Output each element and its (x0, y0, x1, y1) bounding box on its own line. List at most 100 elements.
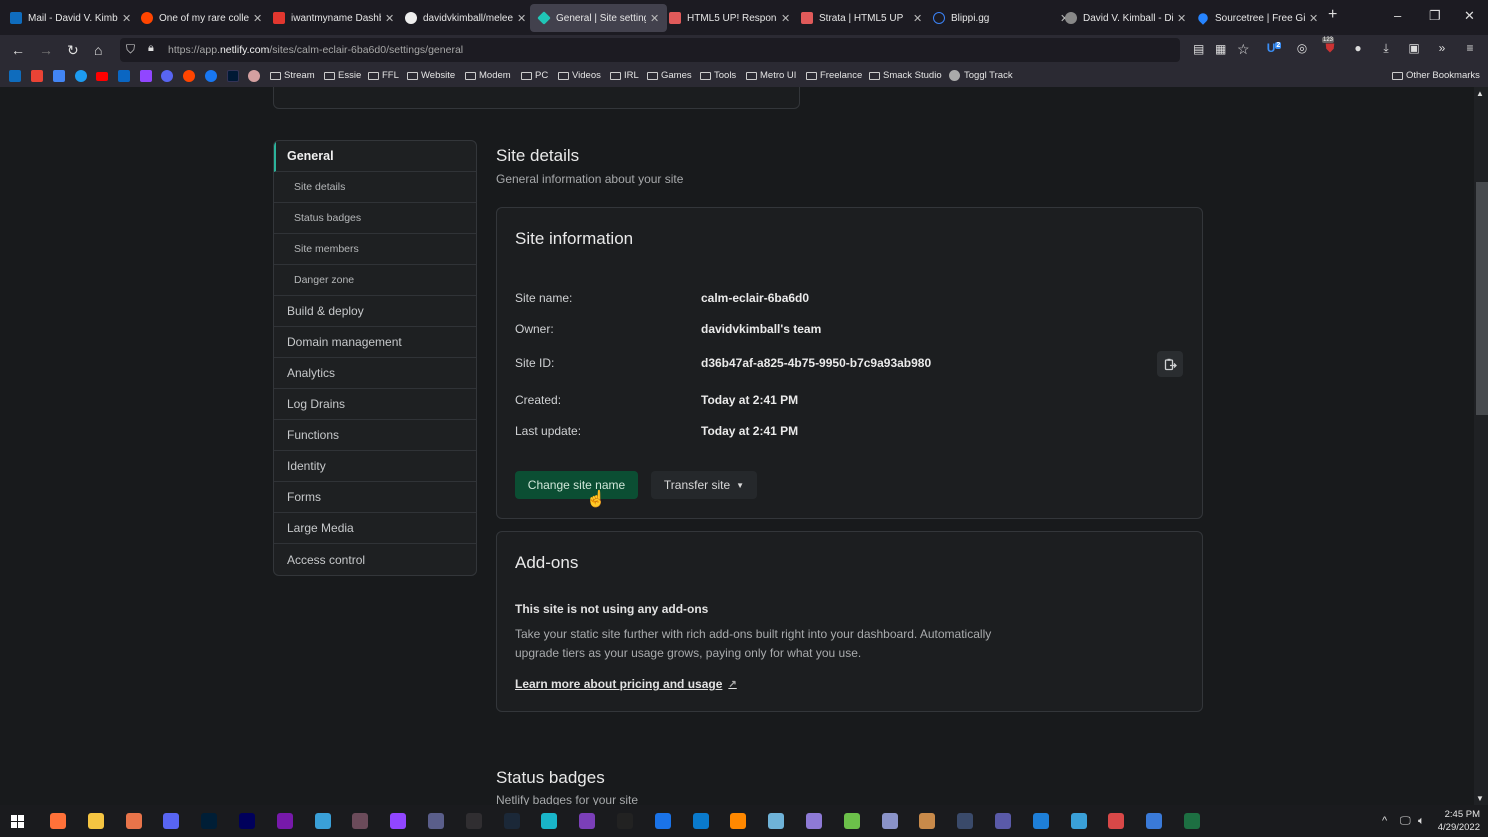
sidebar-item-log-drains[interactable]: Log Drains (274, 389, 476, 420)
sidebar-item-danger-zone[interactable]: Danger zone (274, 265, 476, 296)
premiere-taskbar-icon[interactable] (239, 813, 255, 829)
minimize-button[interactable]: – (1394, 8, 1401, 23)
profile-avatar-icon[interactable]: ● (1350, 41, 1366, 57)
bookmark-gmail-icon[interactable] (31, 70, 43, 82)
tab[interactable]: David V. Kimball - Dig ✕ (1057, 4, 1194, 32)
sidebar-item-large-media[interactable]: Large Media (274, 513, 476, 544)
bookmark-tumblr-icon[interactable] (227, 70, 239, 82)
tab-active[interactable]: General | Site settings ✕ (530, 4, 668, 32)
sidebar-item-forms[interactable]: Forms (274, 482, 476, 513)
obs-taskbar-icon[interactable] (465, 813, 482, 829)
gamecube-taskbar-icon[interactable] (995, 813, 1011, 829)
bookmark-folder[interactable]: Games (647, 70, 692, 81)
close-tab-icon[interactable]: ✕ (781, 12, 790, 25)
app-dark-taskbar-icon[interactable] (957, 813, 974, 829)
system-clock[interactable]: 2:45 PM 4/29/2022 (1438, 808, 1480, 834)
dolphin-taskbar-icon[interactable] (314, 813, 331, 829)
bookmark-folder[interactable]: FFL (368, 70, 399, 81)
bookmark-twitch-icon[interactable] (140, 70, 152, 82)
steam-taskbar-icon[interactable] (503, 813, 520, 829)
sidebar-item-access-control[interactable]: Access control (274, 544, 476, 575)
bookmark-facebook-icon[interactable] (205, 70, 217, 82)
app-tri-taskbar-icon[interactable] (1108, 813, 1125, 829)
forward-icon[interactable]: → (39, 42, 53, 58)
sidebar-item-site-members[interactable]: Site members (274, 234, 476, 265)
ublock-origin-icon[interactable]: ⛊ 123 (1322, 37, 1338, 57)
scroll-thumb[interactable] (1476, 182, 1488, 415)
close-tab-icon[interactable]: ✕ (517, 12, 526, 25)
transfer-site-button[interactable]: Transfer site ▼ (651, 471, 757, 499)
app-orange-taskbar-icon[interactable] (125, 813, 142, 829)
url-bar[interactable]: ⛉ 🔒︎ https://app.netlify.com/sites/calm-… (120, 38, 1250, 62)
sidebar-item-build-deploy[interactable]: Build & deploy (274, 296, 476, 327)
grid-icon[interactable]: ▦ (1215, 42, 1226, 56)
new-tab-button[interactable]: + (1328, 6, 1337, 24)
bookmark-toggl[interactable]: Toggl Track (949, 70, 1013, 81)
extensions-icon[interactable]: ▣ (1406, 41, 1422, 57)
reload-icon[interactable]: ↻ (67, 42, 79, 59)
discord-taskbar-icon[interactable] (163, 813, 180, 829)
visual-studio-taskbar-icon[interactable] (579, 813, 596, 829)
menu-icon[interactable]: ≡ (1462, 41, 1478, 57)
network-icon[interactable]: 🖵︎ (1400, 815, 1411, 828)
app-teal-taskbar-icon[interactable] (541, 813, 558, 829)
bookmark-linkedin-icon[interactable] (118, 70, 130, 82)
bookmark-folder[interactable]: Metro UI (746, 70, 796, 81)
scroll-down-icon[interactable]: ▼ (1476, 794, 1484, 803)
home-icon[interactable]: ⌂ (94, 42, 102, 58)
overflow-chevron-icon[interactable]: » (1434, 41, 1450, 57)
extension-glasses-icon[interactable]: ◎ (1294, 41, 1310, 57)
back-icon[interactable]: ← (11, 42, 25, 58)
sidebar-item-general[interactable]: General (274, 141, 476, 172)
notepad-taskbar-icon[interactable] (768, 813, 785, 829)
change-site-name-button[interactable]: Change site name (515, 471, 638, 499)
sidebar-item-site-details[interactable]: Site details (274, 172, 476, 203)
ublock-extension-icon[interactable]: U2 (1266, 41, 1282, 57)
bookmark-folder[interactable]: IRL (610, 70, 639, 81)
copy-site-id-button[interactable] (1157, 351, 1183, 377)
tab[interactable]: One of my rare collec ✕ (133, 4, 270, 32)
close-tab-icon[interactable]: ✕ (913, 12, 922, 25)
windows-start-icon[interactable] (11, 815, 24, 828)
file-explorer-taskbar-icon[interactable] (87, 813, 104, 829)
bookmark-folder[interactable]: Modem (465, 70, 511, 81)
bookmark-folder[interactable]: Essie (324, 70, 361, 81)
app-m-taskbar-icon[interactable] (352, 813, 369, 829)
app-ring-taskbar-icon[interactable] (881, 813, 898, 829)
sidebar-item-functions[interactable]: Functions (274, 420, 476, 451)
firefox-taskbar-icon[interactable] (50, 813, 66, 829)
sidebar-item-domain-management[interactable]: Domain management (274, 327, 476, 358)
bookmark-folder[interactable]: Stream (270, 70, 315, 81)
close-tab-icon[interactable]: ✕ (1177, 12, 1186, 25)
shield-icon[interactable]: ⛉ (126, 42, 135, 57)
sidebar-item-status-badges[interactable]: Status badges (274, 203, 476, 234)
close-tab-icon[interactable]: ✕ (650, 12, 659, 25)
bookmark-folder[interactable]: Freelance (806, 70, 862, 81)
app-swirl-taskbar-icon[interactable] (806, 813, 822, 829)
bookmark-folder[interactable]: Tools (700, 70, 736, 81)
bookmark-folder[interactable]: PC (521, 70, 548, 81)
close-tab-icon[interactable]: ✕ (122, 12, 131, 25)
tray-chevron-icon[interactable]: ^ (1382, 815, 1387, 827)
page-scrollbar[interactable]: ▲ ▼ (1474, 87, 1488, 805)
maps-taskbar-icon[interactable] (654, 813, 671, 829)
bookmark-smash-icon[interactable] (248, 70, 260, 82)
bookmark-star-icon[interactable]: ☆ (1237, 41, 1250, 58)
close-window-button[interactable]: ✕ (1464, 8, 1475, 24)
lock-icon[interactable]: 🔒︎ (148, 42, 154, 55)
tab[interactable]: Blippi.gg✕ (925, 4, 1077, 32)
app-dial-taskbar-icon[interactable] (428, 813, 444, 829)
close-tab-icon[interactable]: ✕ (1309, 12, 1318, 25)
bookmark-folder[interactable]: Smack Studio (869, 70, 942, 81)
app-cake-taskbar-icon[interactable] (919, 813, 936, 829)
onenote-taskbar-icon[interactable] (276, 813, 293, 829)
app-blue-taskbar-icon[interactable] (1032, 813, 1049, 829)
url-text[interactable]: https://app.netlify.com/sites/calm-eclai… (168, 44, 463, 56)
pricing-usage-link[interactable]: Learn more about pricing and usage ↗ (515, 677, 737, 691)
bookmark-outlook-icon[interactable] (9, 70, 21, 82)
tab[interactable]: iwantmyname Dashb ✕ (265, 4, 402, 32)
tab[interactable]: Mail - David V. Kimball ✕ (2, 4, 139, 32)
download-icon[interactable]: ⤓ (1378, 41, 1394, 57)
close-tab-icon[interactable]: ✕ (253, 12, 262, 25)
sidebar-item-identity[interactable]: Identity (274, 451, 476, 482)
